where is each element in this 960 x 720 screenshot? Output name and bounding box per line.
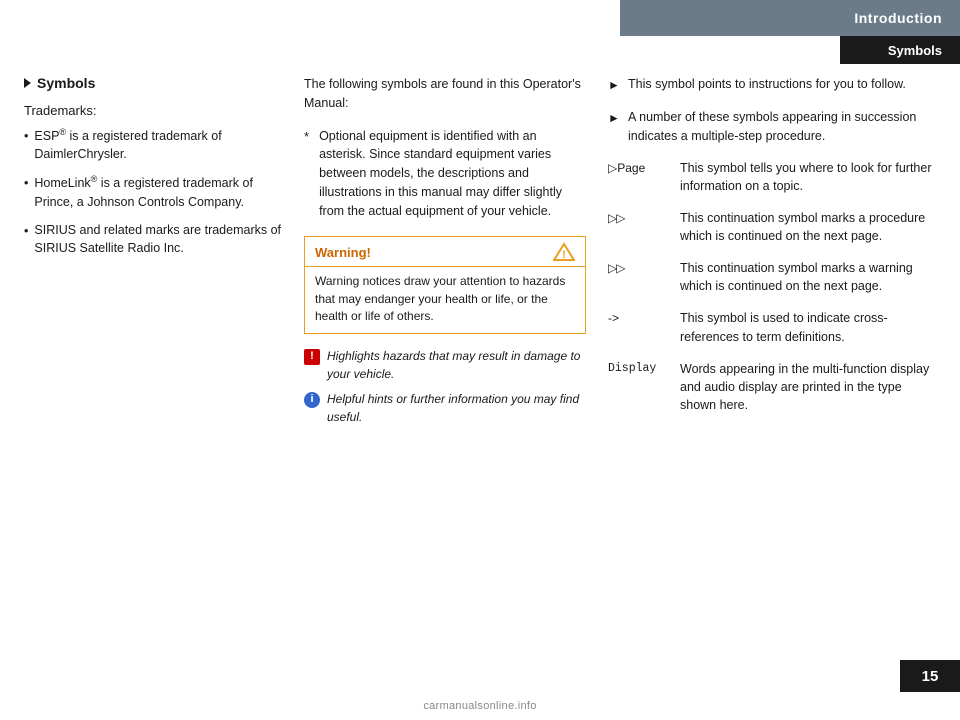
warning-body: Warning notices draw your attention to h… bbox=[305, 267, 585, 333]
bullet-dot: • bbox=[24, 174, 28, 210]
left-column: Symbols Trademarks: • ESP® is a register… bbox=[24, 75, 304, 660]
bullet-text-3: SIRIUS and related marks are trademarks … bbox=[34, 221, 284, 257]
display-desc: Words appearing in the multi-function di… bbox=[680, 360, 936, 414]
note-blue-text: Helpful hints or further information you… bbox=[327, 391, 586, 426]
sym-page-row: ▷Page This symbol tells you where to loo… bbox=[608, 159, 936, 195]
warning-box: Warning! ! Warning notices draw your att… bbox=[304, 236, 586, 334]
right-arrow-icon-1: ► bbox=[608, 75, 628, 94]
right-arrow-icon-2: ► bbox=[608, 108, 628, 144]
note-blue-item: i Helpful hints or further information y… bbox=[304, 391, 586, 426]
sym-entry-text-2: A number of these symbols appearing in s… bbox=[628, 108, 936, 144]
bullet-text-1: ESP® is a registered trademark of Daimle… bbox=[34, 126, 284, 163]
asterisk-item: * Optional equipment is identified with … bbox=[304, 127, 586, 221]
mid-intro: The following symbols are found in this … bbox=[304, 75, 586, 113]
continuation-desc-1: This continuation symbol marks a procedu… bbox=[680, 209, 936, 245]
display-symbol: Display bbox=[608, 360, 672, 414]
page-number-box: 15 bbox=[900, 660, 960, 692]
cross-ref-symbol: -> bbox=[608, 309, 672, 345]
list-item: • SIRIUS and related marks are trademark… bbox=[24, 221, 284, 257]
bullet-dot: • bbox=[24, 222, 28, 257]
warning-header: Warning! ! bbox=[305, 237, 585, 267]
list-item: • HomeLink® is a registered trademark of… bbox=[24, 173, 284, 210]
page-symbol-desc: This symbol tells you where to look for … bbox=[680, 159, 936, 195]
red-exclamation-icon: ! bbox=[304, 349, 320, 365]
bullet-list: • ESP® is a registered trademark of Daim… bbox=[24, 126, 284, 257]
section-tab-text: Symbols bbox=[888, 43, 942, 58]
asterisk-text: Optional equipment is identified with an… bbox=[319, 127, 586, 221]
warning-label: Warning! bbox=[315, 245, 371, 260]
section-heading: Symbols bbox=[24, 75, 284, 91]
warning-triangle-icon: ! bbox=[553, 242, 575, 262]
asterisk-symbol: * bbox=[304, 127, 309, 221]
sym-continuation-row-1: ▷▷ This continuation symbol marks a proc… bbox=[608, 209, 936, 245]
triangle-icon bbox=[24, 78, 31, 88]
watermark: carmanualsonline.info bbox=[423, 700, 536, 712]
main-content: Symbols Trademarks: • ESP® is a register… bbox=[0, 75, 960, 660]
bullet-text-2: HomeLink® is a registered trademark of P… bbox=[34, 173, 284, 210]
page-symbol-code: ▷Page bbox=[608, 159, 672, 195]
header-title: Introduction bbox=[854, 10, 942, 26]
continuation-desc-2: This continuation symbol marks a warning… bbox=[680, 259, 936, 295]
sym-entry-2: ► A number of these symbols appearing in… bbox=[608, 108, 936, 144]
double-arrow-symbol-1: ▷▷ bbox=[608, 209, 672, 245]
list-item: • ESP® is a registered trademark of Daim… bbox=[24, 126, 284, 163]
sym-continuation-row-2: ▷▷ This continuation symbol marks a warn… bbox=[608, 259, 936, 295]
page-number: 15 bbox=[922, 668, 939, 685]
note-red-text: Highlights hazards that may result in da… bbox=[327, 348, 586, 383]
middle-column: The following symbols are found in this … bbox=[304, 75, 604, 660]
sym-entry-text-1: This symbol points to instructions for y… bbox=[628, 75, 906, 94]
bullet-dot: • bbox=[24, 127, 28, 163]
section-tab: Symbols bbox=[840, 36, 960, 64]
svg-text:!: ! bbox=[562, 249, 566, 261]
blue-info-icon: i bbox=[304, 392, 320, 408]
sym-display-row: Display Words appearing in the multi-fun… bbox=[608, 360, 936, 414]
note-red-item: ! Highlights hazards that may result in … bbox=[304, 348, 586, 383]
cross-ref-desc: This symbol is used to indicate cross-re… bbox=[680, 309, 936, 345]
section-heading-text: Symbols bbox=[37, 75, 95, 91]
trademarks-label: Trademarks: bbox=[24, 103, 284, 118]
sym-cross-row: -> This symbol is used to indicate cross… bbox=[608, 309, 936, 345]
right-column: ► This symbol points to instructions for… bbox=[604, 75, 936, 660]
sym-entry-1: ► This symbol points to instructions for… bbox=[608, 75, 936, 94]
double-arrow-symbol-2: ▷▷ bbox=[608, 259, 672, 295]
header-bar: Introduction bbox=[620, 0, 960, 36]
